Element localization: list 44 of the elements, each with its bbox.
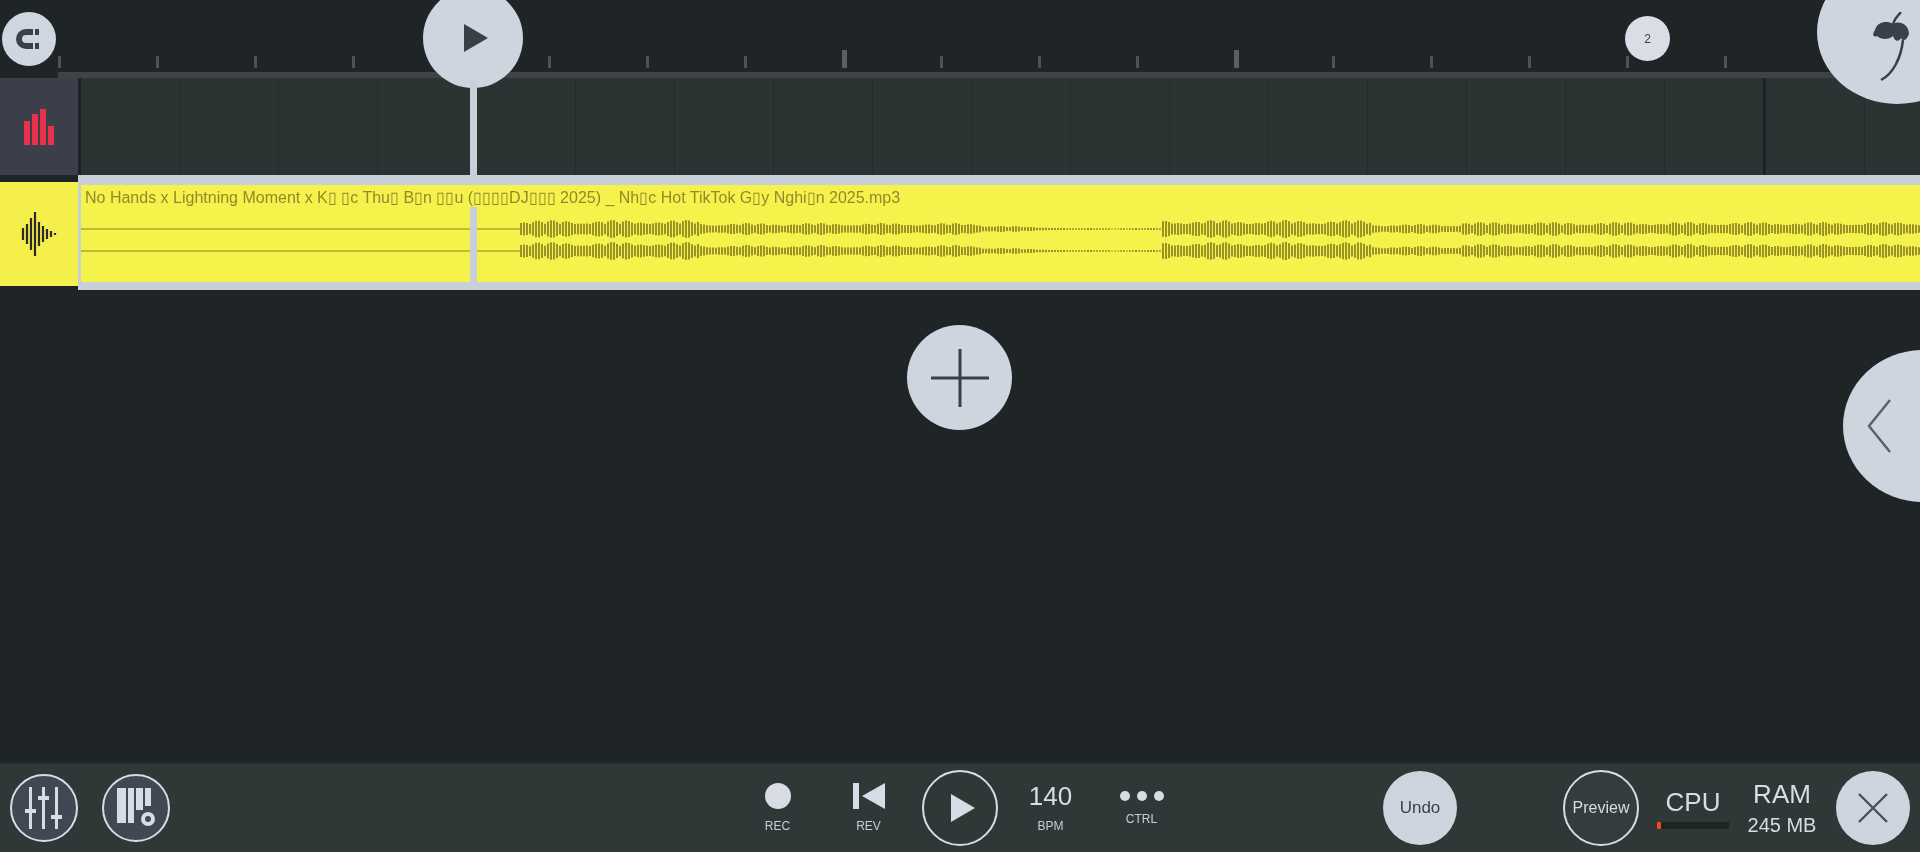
piano-gear-icon: [115, 788, 157, 828]
waveform-icon: [21, 212, 57, 256]
close-icon: [1858, 793, 1888, 823]
ruler-tick: [254, 56, 257, 68]
ruler-tick: [156, 56, 159, 68]
record-icon: [764, 783, 791, 809]
marker-badge[interactable]: 2: [1625, 16, 1670, 61]
ruler-tick: [548, 56, 551, 68]
track-header[interactable]: [0, 182, 78, 286]
sliders-icon: [24, 787, 64, 829]
rewind-button[interactable]: REV: [823, 768, 914, 848]
bar-chart-icon: [22, 108, 56, 145]
ruler-tick: [744, 56, 747, 68]
chevron-left-icon: [1867, 399, 1891, 453]
more-icon: [1118, 790, 1165, 802]
ruler-tick: [646, 56, 649, 68]
ruler-tick: [1528, 56, 1531, 68]
control-button[interactable]: CTRL: [1096, 768, 1187, 848]
ram-label: RAM: [1753, 779, 1811, 810]
cpu-label: CPU: [1665, 787, 1721, 818]
ram-value: 245 MB: [1747, 814, 1817, 837]
record-button[interactable]: REC: [732, 768, 823, 848]
undo-button[interactable]: Undo: [1383, 771, 1457, 845]
ruler-tick: [1234, 50, 1239, 68]
play-icon: [950, 794, 975, 822]
ruler-tick: [1332, 56, 1335, 68]
preview-button[interactable]: Preview: [1563, 770, 1639, 846]
ruler-tick: [1136, 56, 1139, 68]
ruler-tick: [1626, 56, 1629, 68]
ruler-tick: [842, 50, 847, 68]
play-icon: [464, 24, 488, 52]
track-header[interactable]: [0, 78, 78, 175]
play-button[interactable]: [921, 770, 998, 846]
ruler-tick: [1724, 56, 1727, 68]
ruler-tick: [1430, 56, 1433, 68]
ruler-tick: [352, 56, 355, 68]
tempo-button[interactable]: 140 BPM: [1005, 768, 1096, 848]
snap-magnet-button[interactable]: [2, 12, 56, 66]
plus-icon: [930, 348, 989, 407]
ruler-tick: [58, 56, 61, 68]
ruler-tick: [940, 56, 943, 68]
cpu-meter: [1657, 822, 1729, 829]
skip-back-icon: [852, 783, 885, 809]
ruler-tick: [1038, 56, 1041, 68]
